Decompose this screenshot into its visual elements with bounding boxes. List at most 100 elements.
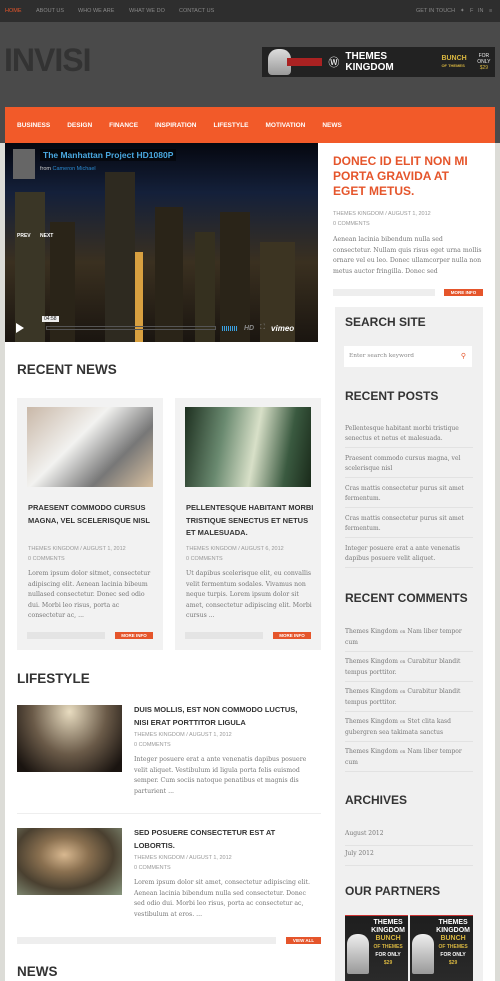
lifestyle-byline: THEMES KINGDOM / AUGUST 1, 2012	[134, 732, 232, 738]
nav-finance[interactable]: FINANCE	[109, 122, 138, 129]
featured-byline: THEMES KINGDOM / AUGUST 1, 2012	[333, 211, 431, 217]
volume-icon[interactable]	[222, 325, 238, 331]
search-heading: SEARCH SITE	[345, 315, 426, 329]
banner-price-value: $29	[479, 65, 489, 71]
news-card-title[interactable]: PELLENTESQUE HABITANT MORBI TRISTIQUE SE…	[186, 502, 316, 540]
video-progress-bar[interactable]	[46, 326, 216, 330]
lifestyle-title[interactable]: DUIS MOLLIS, EST NON COMMODO LUCTUS, NIS…	[134, 704, 309, 729]
nav-business[interactable]: BUSINESS	[17, 122, 50, 129]
archive-item[interactable]: August 2012	[345, 829, 473, 846]
news-card-meta: THEMES KINGDOM / AUGUST 1, 2012 0 COMMENT…	[28, 544, 126, 564]
nav-lifestyle[interactable]: LIFESTYLE	[213, 122, 248, 129]
rss-icon[interactable]: ≡	[489, 8, 492, 14]
nav-design[interactable]: DESIGN	[67, 122, 92, 129]
twitter-icon[interactable]: ✦	[460, 8, 465, 14]
ad-line3: BUNCH	[440, 935, 466, 942]
news-card-excerpt: Lorem ipsum dolor sitmet, consectetur ad…	[28, 570, 151, 619]
nav-inspiration[interactable]: INSPIRATION	[155, 122, 196, 129]
header-banner-ad[interactable]: Ⓦ THEMES KINGDOM BUNCH OF THEMES FOR ONLY…	[262, 47, 495, 77]
search-placeholder: Enter search keyword	[349, 353, 414, 359]
ad-price: $29	[383, 960, 393, 966]
topnav-about-us[interactable]: ABOUT US	[36, 8, 64, 14]
wordpress-icon: Ⓦ	[328, 57, 340, 69]
recent-comment-item[interactable]: Themes Kingdom on Curabitur blandit temp…	[345, 657, 473, 682]
comment-author[interactable]: Themes Kingdom	[345, 688, 398, 695]
featured-more-info-button[interactable]: MORE INFO	[444, 289, 483, 296]
lifestyle-excerpt: Lorem ipsum dolor sit amet, consectetur …	[134, 879, 310, 918]
fullscreen-icon[interactable]: ⛶	[260, 324, 265, 332]
get-in-touch-label: GET IN TOUCH	[416, 8, 456, 14]
nav-news[interactable]: NEWS	[322, 122, 342, 129]
main-nav: BUSINESS DESIGN FINANCE INSPIRATION LIFE…	[5, 107, 495, 143]
recent-post-item[interactable]: Integer posuere erat a ante venenatis da…	[345, 544, 473, 568]
comment-author[interactable]: Themes Kingdom	[345, 658, 398, 665]
video-next[interactable]: NEXT	[40, 233, 53, 239]
news-card-comments[interactable]: 0 COMMENTS	[28, 554, 126, 564]
comment-author[interactable]: Themes Kingdom	[345, 628, 398, 635]
ad-line4: OF THEMES	[438, 944, 468, 950]
news-card: PELLENTESQUE HABITANT MORBI TRISTIQUE SE…	[175, 398, 321, 650]
search-input[interactable]: Enter search keyword ⚲	[344, 346, 472, 367]
lifestyle-comments[interactable]: 0 COMMENTS	[134, 863, 232, 873]
logo[interactable]: INVISI	[4, 42, 91, 79]
recent-post-item[interactable]: Cras mattis consectetur purus sit amet f…	[345, 484, 473, 508]
ad-line3: BUNCH	[375, 935, 401, 942]
recent-comment-item[interactable]: Themes Kingdom on Curabitur blandit temp…	[345, 687, 473, 712]
partner-ad[interactable]: THEMES KINGDOM BUNCH OF THEMES FOR ONLY $29	[345, 915, 408, 981]
banner-bunch: BUNCH OF THEMES	[441, 55, 466, 69]
banner-swoosh	[287, 58, 323, 66]
recent-post-item[interactable]: Pellentesque habitant morbi tristique se…	[345, 424, 473, 448]
partner-ad[interactable]: THEMES KINGDOM BUNCH OF THEMES FOR ONLY $29	[410, 915, 473, 981]
lifestyle-image[interactable]	[17, 705, 122, 772]
search-icon[interactable]: ⚲	[461, 352, 466, 360]
news-card: PRAESENT COMMODO CURSUS MAGNA, VEL SCELE…	[17, 398, 163, 650]
archive-item[interactable]: July 2012	[345, 849, 473, 866]
lifestyle-byline: THEMES KINGDOM / AUGUST 1, 2012	[134, 855, 232, 861]
lifestyle-title[interactable]: SED POSUERE CONSECTETUR EST AT LOBORTIS.	[134, 827, 309, 852]
banner-line2: OF THEMES	[441, 63, 465, 68]
topnav-who-we-are[interactable]: WHO WE ARE	[78, 8, 114, 14]
featured-comments[interactable]: 0 COMMENTS	[333, 219, 483, 229]
video-time: 04:58	[42, 316, 59, 322]
recent-comments-heading: RECENT COMMENTS	[345, 591, 468, 605]
news-card-divider	[27, 632, 105, 639]
recent-post-item[interactable]: Cras mattis consectetur purus sit amet f…	[345, 514, 473, 538]
comment-author[interactable]: Themes Kingdom	[345, 748, 398, 755]
divider	[17, 813, 321, 814]
view-all-button[interactable]: VIEW ALL	[286, 937, 321, 944]
topnav-home[interactable]: HOME	[5, 8, 22, 14]
comment-on: on	[399, 690, 406, 695]
news-card-image[interactable]	[27, 407, 153, 487]
lifestyle-image[interactable]	[17, 828, 122, 895]
topnav-contact-us[interactable]: CONTACT US	[179, 8, 214, 14]
lifestyle-heading: LIFESTYLE	[17, 671, 90, 686]
comment-on: on	[399, 720, 406, 725]
banner-line1: BUNCH	[441, 55, 467, 62]
recent-comment-item[interactable]: Themes Kingdom on Nam liber tempor cum	[345, 627, 473, 652]
recent-comment-item[interactable]: Themes Kingdom on Stet clita kasd guberg…	[345, 717, 473, 742]
nav-motivation[interactable]: MOTIVATION	[266, 122, 306, 129]
video-author[interactable]: Cameron Michael	[53, 166, 96, 172]
recent-comment-item[interactable]: Themes Kingdom on Nam liber tempor cum	[345, 747, 473, 772]
recent-post-item[interactable]: Praesent commodo cursus magna, vel scele…	[345, 454, 473, 478]
news-card-excerpt: Ut dapibus scelerisque elit, eu convalli…	[186, 570, 312, 619]
comment-author[interactable]: Themes Kingdom	[345, 718, 398, 725]
facebook-icon[interactable]: f	[470, 8, 473, 14]
featured-divider	[333, 289, 435, 296]
topnav-what-we-do[interactable]: WHAT WE DO	[129, 8, 165, 14]
vimeo-logo[interactable]: vimeo	[271, 324, 294, 333]
news-card-comments[interactable]: 0 COMMENTS	[186, 554, 284, 564]
news-card-title[interactable]: PRAESENT COMMODO CURSUS MAGNA, VEL SCELE…	[28, 502, 158, 527]
video-from-label: from	[40, 166, 51, 172]
featured-title[interactable]: DONEC ID ELIT NON MI PORTA GRAVIDA AT EG…	[333, 154, 483, 199]
more-info-button[interactable]: MORE INFO	[115, 632, 153, 639]
video-player[interactable]	[5, 143, 318, 342]
play-icon[interactable]	[16, 323, 24, 333]
video-title[interactable]: The Manhattan Project HD1080P	[40, 149, 177, 161]
video-prev[interactable]: PREV	[17, 233, 31, 239]
linkedin-icon[interactable]: in	[478, 8, 484, 14]
hd-toggle[interactable]: HD	[244, 325, 254, 332]
lifestyle-comments[interactable]: 0 COMMENTS	[134, 740, 232, 750]
news-card-image[interactable]	[185, 407, 311, 487]
more-info-button[interactable]: MORE INFO	[273, 632, 311, 639]
